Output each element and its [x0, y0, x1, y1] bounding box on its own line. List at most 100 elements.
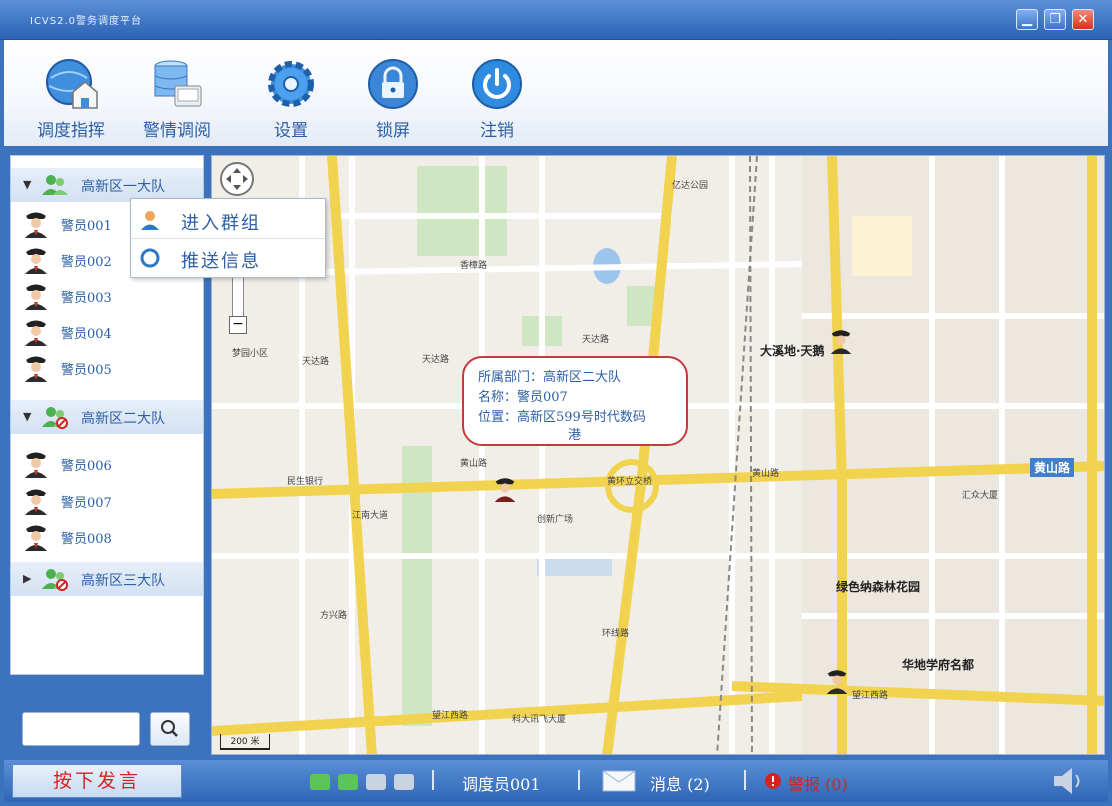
map-label-road: 天达路	[582, 335, 610, 345]
map-label-interchange: 黄环立交桥	[607, 477, 653, 487]
expand-arrow-icon[interactable]: ▼	[23, 178, 31, 191]
officer-item[interactable]: 警员004	[23, 314, 193, 350]
police-officer-icon	[25, 212, 47, 238]
officer-name: 警员007	[61, 496, 112, 511]
menu-item-push-message[interactable]: 推送信息	[131, 239, 325, 277]
police-officer-icon	[25, 356, 47, 382]
toolbar-dispatch-command[interactable]: 调度指挥	[26, 56, 116, 141]
database-icon	[154, 60, 202, 107]
title-bar[interactable]: ICVS2.0警务调度平台 ▁ ❐ ✕	[0, 0, 1112, 40]
search-input[interactable]	[22, 712, 140, 746]
map-label-road: 天达路	[422, 355, 450, 365]
collapse-arrow-icon[interactable]: ▶	[23, 572, 31, 585]
group-user-icon	[141, 211, 159, 230]
toolbar-lock-screen-label: 锁屏	[376, 121, 410, 141]
toolbar-logout[interactable]: 注销	[452, 56, 542, 141]
officer-item[interactable]: 警员006	[23, 446, 193, 482]
officer-map-marker[interactable]	[824, 666, 850, 694]
officer-map-marker[interactable]	[492, 474, 518, 502]
officer-name: 警员008	[61, 532, 112, 547]
map-label-road: 环线路	[602, 629, 630, 639]
toolbar-settings-label: 设置	[274, 121, 308, 141]
context-menu: 进入群组 推送信息	[130, 198, 326, 278]
map-label-area: 华地学府名都	[902, 658, 975, 672]
tree-group-1-name: 高新区一大队	[81, 179, 165, 195]
map-label-road: 望江西路	[852, 691, 889, 701]
tree-group-2[interactable]: ▼ 高新区二大队	[11, 400, 203, 434]
messages-count[interactable]: 消息 (2)	[650, 771, 710, 795]
speaker-icon[interactable]	[1050, 766, 1084, 796]
menu-item-join-group[interactable]: 进入群组	[131, 201, 325, 239]
minimize-button[interactable]: ▁	[1016, 9, 1038, 30]
status-separator	[432, 770, 434, 790]
group-users-icon	[42, 175, 68, 195]
map-label-road: 黄山路	[752, 469, 780, 479]
map-label-road: 天达路	[302, 357, 330, 367]
police-officer-icon	[25, 525, 47, 551]
map-view[interactable]: 黄山路 黄山路 黄山路 黄环立交桥 大溪地·天鹅 绿色纳森林花园 华地学府名都 …	[211, 155, 1105, 755]
map-label-road: 望江西路	[432, 711, 469, 721]
officer-map-marker[interactable]	[828, 326, 854, 354]
tree-group-1[interactable]: ▼ 高新区一大队	[11, 168, 203, 202]
map-label-poi: 民生银行	[287, 477, 324, 487]
push-to-talk-button[interactable]: 按下发言	[12, 764, 182, 798]
officer-item[interactable]: 警员007	[23, 483, 193, 519]
search-icon	[161, 720, 178, 737]
lock-icon	[368, 59, 418, 109]
map-label-area: 大溪地·天鹅	[760, 344, 825, 358]
officer-name: 警员006	[61, 459, 112, 474]
map-label-poi: 汇众大厦	[962, 491, 999, 501]
alarm-icon	[765, 773, 781, 789]
tree-group-2-name: 高新区二大队	[81, 411, 165, 427]
toolbar-dispatch-command-label: 调度指挥	[37, 121, 105, 141]
toolbar-incident-review[interactable]: 警情调阅	[132, 56, 222, 141]
group-users-offline-icon	[42, 407, 68, 429]
map-pan-control[interactable]	[220, 162, 254, 196]
tree-group-3[interactable]: ▶ 高新区三大队	[11, 562, 203, 596]
officer-item[interactable]: 警员003	[23, 278, 193, 314]
status-separator	[578, 770, 580, 790]
tree-group-3-name: 高新区三大队	[81, 573, 165, 589]
restore-button[interactable]: ❐	[1044, 9, 1066, 30]
officer-name: 警员001	[61, 219, 112, 234]
toolbar-lock-screen[interactable]: 锁屏	[348, 56, 438, 141]
envelope-icon[interactable]	[602, 770, 636, 792]
officer-name: 警员005	[61, 363, 112, 378]
map-label-area: 绿色纳森林花园	[836, 580, 921, 594]
status-bar: 按下发言 调度员001 消息 (2) 警报 (0)	[4, 760, 1108, 802]
officer-item[interactable]: 警员005	[23, 350, 193, 386]
main-toolbar: 调度指挥 警情调阅 设置 锁屏 注销	[4, 40, 1108, 148]
pan-arrows-icon	[226, 168, 248, 190]
expand-arrow-icon[interactable]: ▼	[23, 410, 31, 423]
toolbar-settings[interactable]: 设置	[246, 56, 336, 141]
bubble-location-cont: 港	[568, 428, 582, 443]
officer-name: 警员002	[61, 255, 112, 270]
map-label-road: 黄山路	[1030, 458, 1075, 477]
status-separator	[744, 770, 746, 790]
police-officer-icon	[25, 320, 47, 346]
toolbar-logout-label: 注销	[480, 121, 514, 141]
dispatcher-id: 调度员001	[462, 775, 541, 794]
power-icon	[472, 59, 522, 109]
menu-item-push-message-label: 推送信息	[181, 251, 261, 272]
officer-item[interactable]: 警员008	[23, 519, 193, 555]
close-button[interactable]: ✕	[1072, 9, 1094, 30]
map-label-poi: 亿达公园	[672, 181, 709, 191]
zoom-out-button[interactable]: −	[229, 316, 247, 334]
map-label-poi: 科大讯飞大厦	[512, 715, 567, 725]
globe-home-icon	[46, 59, 98, 109]
window-title: ICVS2.0警务调度平台	[30, 16, 143, 27]
bubble-location: 位置：高新区599号时代数码	[478, 410, 646, 425]
app-window: ICVS2.0警务调度平台 ▁ ❐ ✕ 调度指挥 警情调阅 设置 锁屏 注销 ▼…	[0, 0, 1112, 806]
police-officer-icon	[25, 248, 47, 274]
gear-icon	[268, 61, 314, 107]
alarm-count[interactable]: 警报 (0)	[788, 771, 848, 795]
officer-name: 警员004	[61, 327, 112, 342]
police-officer-icon	[25, 489, 47, 515]
map-label-poi: 创新广场	[537, 515, 574, 525]
toolbar-incident-review-label: 警情调阅	[143, 121, 211, 141]
group-users-offline-icon	[42, 569, 68, 591]
bubble-department: 所属部门：高新区二大队	[478, 370, 622, 385]
search-button[interactable]	[150, 712, 190, 746]
push-message-icon	[140, 248, 160, 268]
